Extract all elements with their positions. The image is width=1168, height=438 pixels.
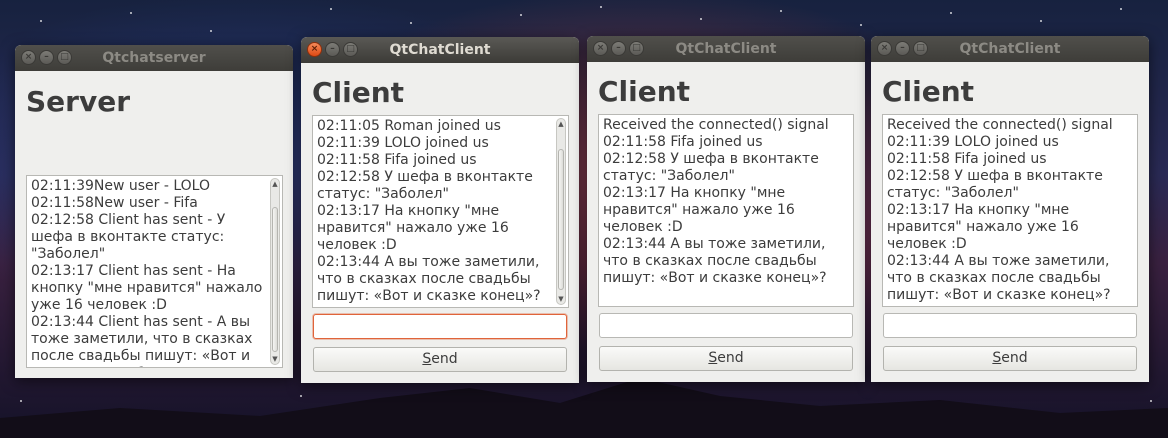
log-line: 02:13:44 А вы тоже заметили, что в сказк…: [603, 236, 830, 286]
log-line: 02:13:44 А вы тоже заметили, что в сказк…: [317, 254, 544, 304]
log-line: 02:11:58 Fifa joined us: [317, 152, 477, 168]
scroll-down-icon[interactable]: ▼: [271, 354, 279, 364]
scrollbar-thumb[interactable]: [272, 207, 278, 352]
window-title: QtChatClient: [675, 41, 777, 57]
log-line: 02:11:58 Fifa joined us: [603, 134, 763, 150]
chat-log-view[interactable]: Received the connected() signal 02:11:39…: [882, 114, 1138, 307]
log-line: 02:11:58New user - Fifa: [31, 195, 198, 211]
message-input[interactable]: [883, 313, 1137, 338]
client-2-titlebar[interactable]: × – □ QtChatClient: [587, 36, 865, 62]
log-line: 02:13:44 Client has sent - А вы тоже зам…: [31, 314, 253, 367]
log-line: 02:11:39New user - LOLO: [31, 178, 210, 194]
window-title: QtChatClient: [959, 41, 1061, 57]
message-input[interactable]: [599, 313, 853, 338]
log-line: 02:12:58 У шефа в вконтакте статус: "Заб…: [317, 169, 538, 202]
message-input[interactable]: [313, 314, 567, 339]
window-title: Qtchatserver: [102, 50, 206, 66]
send-mnemonic: S: [992, 350, 1002, 366]
send-label: end: [717, 350, 744, 366]
log-line: 02:11:58 Fifa joined us: [887, 151, 1047, 167]
log-line: Received the connected() signal: [887, 117, 1113, 133]
log-line: 02:12:58 У шефа в вконтакте статус: "Заб…: [887, 168, 1108, 201]
log-line: 02:13:17 На кнопку "мне нравится" нажало…: [603, 185, 800, 235]
chat-log-view[interactable]: 02:11:05 Roman joined us 02:11:39 LOLO j…: [312, 115, 569, 308]
log-line: 02:11:39 LOLO joined us: [317, 135, 489, 151]
client-3-titlebar[interactable]: × – □ QtChatClient: [871, 36, 1149, 62]
server-titlebar[interactable]: × – □ Qtchatserver: [15, 45, 293, 71]
send-button[interactable]: Send: [599, 346, 853, 371]
log-line: Received the connected() signal: [603, 117, 829, 133]
scrollbar-thumb[interactable]: [558, 149, 564, 290]
client-window-3: × – □ QtChatClient Client Received the c…: [871, 36, 1149, 382]
log-line: 02:11:05 Roman joined us: [317, 118, 501, 134]
log-line: 02:13:44 А вы тоже заметили, что в сказк…: [887, 253, 1114, 303]
page-title: Server: [26, 85, 131, 118]
window-title: QtChatClient: [389, 42, 491, 58]
log-line: 02:13:17 На кнопку "мне нравится" нажало…: [887, 202, 1084, 252]
log-line: 02:12:58 Client has sent - У шефа в вкон…: [31, 212, 230, 262]
scroll-down-icon[interactable]: ▼: [557, 294, 565, 304]
vertical-scrollbar[interactable]: ▲ ▼: [556, 118, 566, 305]
log-line: 02:12:58 У шефа в вконтакте статус: "Заб…: [603, 151, 824, 184]
log-line: 02:13:17 На кнопку "мне нравится" нажало…: [317, 203, 514, 253]
send-mnemonic: S: [708, 350, 718, 366]
scroll-up-icon[interactable]: ▲: [271, 179, 279, 189]
server-window: × – □ Qtchatserver Server 02:11:39New us…: [15, 45, 293, 378]
send-button[interactable]: Send: [883, 346, 1137, 371]
server-log-view[interactable]: 02:11:39New user - LOLO 02:11:58New user…: [26, 175, 283, 368]
client-window-2: × – □ QtChatClient Client Received the c…: [587, 36, 865, 382]
send-mnemonic: S: [422, 351, 432, 367]
vertical-scrollbar[interactable]: ▲ ▼: [270, 178, 280, 365]
log-line: 02:13:17 Client has sent - На кнопку "мн…: [31, 263, 267, 313]
send-label: end: [431, 351, 458, 367]
chat-log-view[interactable]: Received the connected() signal 02:11:58…: [598, 114, 854, 307]
page-title: Client: [312, 76, 405, 109]
log-line: 02:11:39 LOLO joined us: [887, 134, 1059, 150]
scroll-up-icon[interactable]: ▲: [557, 119, 565, 129]
page-title: Client: [882, 75, 975, 108]
send-button[interactable]: Send: [313, 347, 567, 372]
page-title: Client: [598, 75, 691, 108]
client-1-titlebar[interactable]: × – □ QtChatClient: [301, 37, 579, 63]
send-label: end: [1001, 350, 1028, 366]
client-window-1: × – □ QtChatClient Client 02:11:05 Roman…: [301, 37, 579, 383]
